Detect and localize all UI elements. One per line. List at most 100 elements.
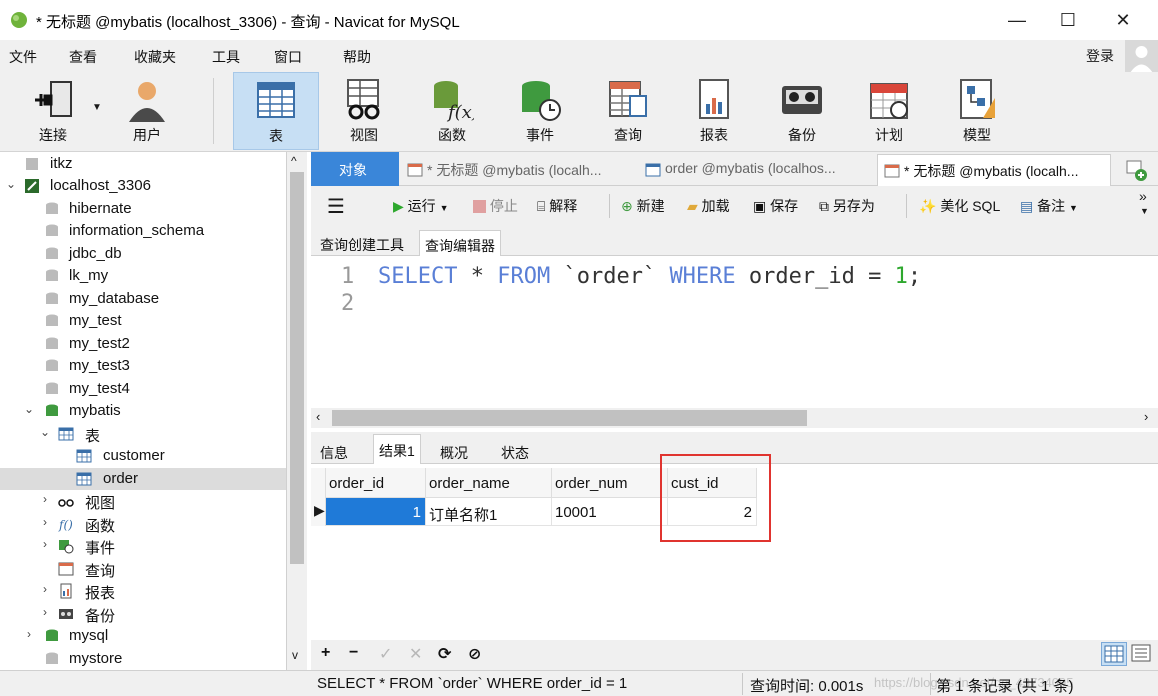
load-button[interactable]: ▰ 加载 — [687, 196, 730, 216]
tree-item-itkz[interactable]: itkz — [0, 153, 286, 175]
menu-window[interactable]: 窗口 — [274, 47, 302, 67]
tab-untitled-query-1[interactable]: * 无标题 @mybatis (localh... — [401, 154, 636, 186]
tree-item-table-order[interactable]: order — [0, 468, 286, 490]
scroll-down-icon[interactable]: v — [292, 648, 298, 662]
tree-item-mybatis[interactable]: ⌄ mybatis — [0, 400, 286, 422]
stop-loading-button[interactable]: ⊘ — [468, 644, 481, 664]
tab-query-editor[interactable]: 查询编辑器 — [419, 230, 501, 256]
grid-view-button[interactable] — [1101, 642, 1127, 666]
tree-item-tables[interactable]: ⌄ 表 — [0, 423, 286, 445]
column-header-order-name[interactable]: order_name — [426, 468, 552, 498]
tree-item-database[interactable]: lk_my — [0, 265, 286, 287]
run-button[interactable]: ▶ 运行 ▼ — [393, 196, 448, 216]
menu-help[interactable]: 帮助 — [343, 47, 371, 67]
connection-dropdown-arrow-icon[interactable]: ▼ — [92, 102, 102, 113]
tree-item-mysql[interactable]: › mysql — [0, 625, 286, 647]
tree-item-localhost[interactable]: ⌄ localhost_3306 — [0, 175, 286, 197]
minimize-button[interactable]: — — [994, 0, 1040, 40]
toolbar-user-button[interactable]: 用户 — [104, 72, 190, 150]
expand-arrow-icon[interactable]: › — [38, 515, 52, 529]
tree-item-functions[interactable]: › f() 函数 — [0, 513, 286, 535]
menu-hamburger-icon[interactable]: ☰ — [327, 194, 345, 219]
chevron-down-icon[interactable]: ▼ — [1140, 206, 1149, 216]
collapse-arrow-icon[interactable]: ⌄ — [4, 177, 18, 191]
tree-item-database[interactable]: my_database — [0, 288, 286, 310]
discard-changes-button[interactable]: ✕ — [409, 644, 422, 664]
avatar[interactable] — [1125, 40, 1158, 73]
add-record-button[interactable]: + — [321, 644, 330, 662]
tree-item-queries[interactable]: 查询 — [0, 558, 286, 580]
toolbar-view-button[interactable]: 视图 — [321, 72, 407, 150]
tree-item-database[interactable]: information_schema — [0, 220, 286, 242]
menu-favorites[interactable]: 收藏夹 — [134, 47, 176, 67]
delete-record-button[interactable]: − — [349, 644, 358, 662]
menu-view[interactable]: 查看 — [69, 47, 97, 67]
toolbar-connection-button[interactable]: 连接 — [10, 72, 96, 150]
toolbar-table-button[interactable]: 表 — [233, 72, 319, 150]
new-tab-button[interactable] — [1118, 154, 1154, 186]
tab-profile[interactable]: 概况 — [435, 438, 473, 464]
apply-changes-button[interactable]: ✓ — [379, 644, 392, 664]
editor-scroll-thumb[interactable] — [332, 410, 807, 426]
toolbar-backup-button[interactable]: 备份 — [759, 72, 845, 150]
toolbar-report-button[interactable]: 报表 — [671, 72, 757, 150]
tree-item-backups[interactable]: › 备份 — [0, 603, 286, 625]
maximize-button[interactable]: ☐ — [1045, 0, 1091, 40]
scroll-right-icon[interactable]: › — [1144, 409, 1148, 424]
toolbar-schedule-button[interactable]: 计划 — [846, 72, 932, 150]
toolbar-event-button[interactable]: 事件 — [497, 72, 583, 150]
login-link[interactable]: 登录 — [1086, 46, 1114, 66]
tab-info[interactable]: 信息 — [315, 438, 353, 464]
tree-item-database[interactable]: my_test4 — [0, 378, 286, 400]
sql-line[interactable]: SELECT * FROM `order` WHERE order_id = 1… — [378, 264, 921, 289]
expand-arrow-icon[interactable]: › — [38, 537, 52, 551]
scroll-up-icon[interactable]: ^ — [291, 154, 297, 168]
save-as-button[interactable]: ⧉ 另存为 — [819, 196, 875, 216]
cell-order-id[interactable]: 1 — [326, 498, 426, 526]
tree-item-database[interactable]: mystore — [0, 648, 286, 670]
explain-button[interactable]: ⌸ 解释 — [537, 196, 577, 216]
toolbar-function-button[interactable]: f(x) 函数 — [409, 72, 495, 150]
tree-item-reports[interactable]: › 报表 — [0, 580, 286, 602]
expand-arrow-icon[interactable]: › — [38, 492, 52, 506]
column-header-order-id[interactable]: order_id — [326, 468, 426, 498]
save-button[interactable]: ▣ 保存 — [753, 196, 798, 216]
tab-query-builder[interactable]: 查询创建工具 — [315, 230, 409, 256]
tab-objects[interactable]: 对象 — [311, 152, 399, 186]
close-button[interactable]: ✕ — [1100, 0, 1146, 40]
scroll-left-icon[interactable]: ‹ — [316, 409, 320, 424]
tab-status[interactable]: 状态 — [496, 438, 534, 464]
tree-item-database[interactable]: my_test — [0, 310, 286, 332]
tree-item-database[interactable]: my_test2 — [0, 333, 286, 355]
tab-untitled-query-active[interactable]: * 无标题 @mybatis (localh... — [877, 154, 1111, 186]
menu-file[interactable]: 文件 — [9, 47, 37, 67]
expand-arrow-icon[interactable]: › — [22, 627, 36, 641]
refresh-button[interactable]: ⟳ — [438, 644, 451, 664]
expand-arrow-icon[interactable]: › — [38, 605, 52, 619]
tree-item-views[interactable]: › 视图 — [0, 490, 286, 512]
comment-button[interactable]: ▤ 备注 ▼ — [1020, 196, 1078, 216]
tree-item-database[interactable]: hibernate — [0, 198, 286, 220]
overflow-chevron-icon[interactable]: » — [1139, 188, 1147, 204]
tree-item-table-customer[interactable]: customer — [0, 445, 286, 467]
tree-item-database[interactable]: jdbc_db — [0, 243, 286, 265]
toolbar-query-button[interactable]: 查询 — [585, 72, 671, 150]
column-header-order-num[interactable]: order_num — [552, 468, 668, 498]
new-query-button[interactable]: ⊕ 新建 — [621, 196, 665, 216]
beautify-sql-button[interactable]: ✨ 美化 SQL — [919, 196, 1000, 216]
stop-button[interactable]: 停止 — [473, 196, 518, 216]
tab-order-table[interactable]: order @mybatis (localhos... — [639, 154, 875, 186]
collapse-arrow-icon[interactable]: ⌄ — [22, 402, 36, 416]
form-view-button[interactable] — [1129, 642, 1155, 666]
sql-editor[interactable]: 1 2 SELECT * FROM `order` WHERE order_id… — [311, 256, 1158, 408]
collapse-arrow-icon[interactable]: ⌄ — [38, 425, 52, 439]
expand-arrow-icon[interactable]: › — [38, 582, 52, 596]
toolbar-model-button[interactable]: 模型 — [934, 72, 1020, 150]
tab-result1[interactable]: 结果1 — [373, 434, 421, 464]
sidebar-scroll-thumb[interactable] — [290, 172, 304, 564]
tree-item-events[interactable]: › 事件 — [0, 535, 286, 557]
cell-order-name[interactable]: 订单名称1 — [426, 498, 552, 526]
cell-order-num[interactable]: 10001 — [552, 498, 668, 526]
tree-item-database[interactable]: my_test3 — [0, 355, 286, 377]
menu-tools[interactable]: 工具 — [212, 47, 240, 67]
